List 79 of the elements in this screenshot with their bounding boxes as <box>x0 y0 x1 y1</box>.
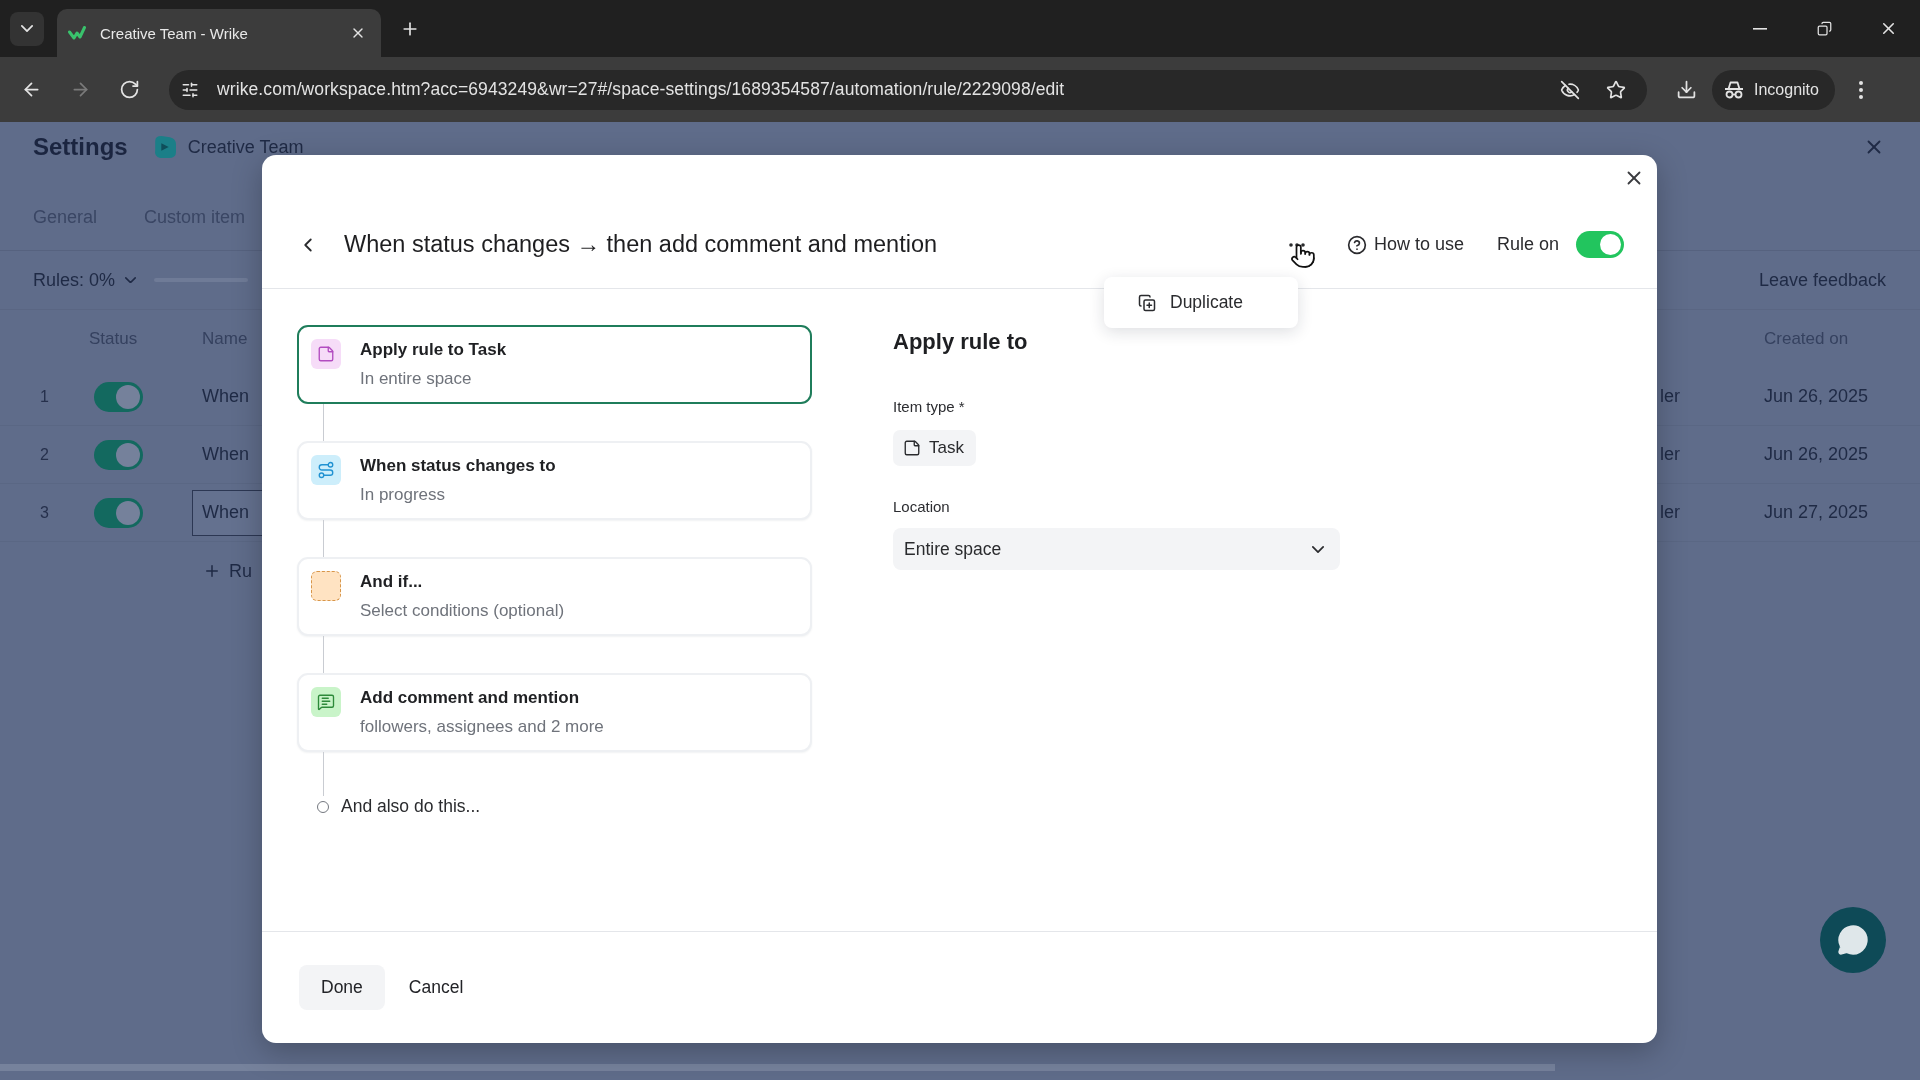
more-icon <box>1288 242 1305 247</box>
tab-list-button[interactable] <box>10 11 44 46</box>
url-text: wrike.com/workspace.htm?acc=6943249&wr=27#/space-settings/1689354587/automation/rule/2229098/edit <box>217 79 1066 100</box>
tab-title: Creative Team - Wrike <box>100 24 249 42</box>
space-icon <box>153 136 176 158</box>
status-toggle[interactable] <box>94 439 143 470</box>
star-icon <box>1606 79 1626 100</box>
field-label: Item type * <box>893 397 966 417</box>
reload-icon <box>118 79 140 100</box>
how-to-use-button[interactable]: How to use <box>1346 234 1464 255</box>
done-button[interactable]: Done <box>299 965 385 1010</box>
sticky-note-icon <box>311 339 341 369</box>
incognito-icon <box>1724 80 1744 99</box>
chevron-down-icon <box>125 276 137 284</box>
menu-item[interactable]: Duplicate <box>1104 277 1298 328</box>
checkmark-icon <box>68 26 86 40</box>
created-date: Jun 27, 2025 <box>1764 502 1869 523</box>
route-icon <box>311 455 341 485</box>
eye-off-icon <box>1560 79 1580 100</box>
step-card[interactable]: When status changes to In progress <box>297 441 812 520</box>
step-title: And if... <box>360 571 424 593</box>
help-icon <box>1346 234 1367 255</box>
minimize-icon <box>1753 27 1767 30</box>
table-cell-text: ler <box>1659 444 1680 465</box>
created-date: Jun 26, 2025 <box>1764 444 1869 465</box>
location-select[interactable]: Entire space <box>893 528 1340 570</box>
address-bar[interactable]: wrike.com/workspace.htm?acc=6943249&wr=27#/space-settings/1689354587/automation/rule/2229098/edit <box>169 69 1647 110</box>
connector-line <box>323 752 324 796</box>
step-subtitle: Select conditions (optional) <box>360 600 565 622</box>
step-subtitle: In entire space <box>360 368 473 390</box>
step-title: When status changes to <box>360 455 556 477</box>
table-cell-text: ler <box>1659 502 1680 523</box>
row-number: 2 <box>39 445 49 464</box>
step-title: Add comment and mention <box>360 687 581 709</box>
browser-tab[interactable]: Creative Team - Wrike <box>57 9 381 57</box>
field-label: Location <box>893 497 951 517</box>
step-card[interactable]: And if... Select conditions (optional) <box>297 557 812 636</box>
chevron-down-icon <box>1312 545 1324 553</box>
download-icon <box>1675 79 1697 100</box>
copy-plus-icon <box>1138 293 1156 312</box>
row-number: 3 <box>39 503 49 522</box>
created-date: Jun 26, 2025 <box>1764 386 1869 407</box>
item-type-chip[interactable]: Task <box>893 430 976 466</box>
restore-icon <box>1816 21 1832 36</box>
cancel-button[interactable]: Cancel <box>394 965 478 1010</box>
incognito-badge[interactable]: Incognito <box>1712 69 1835 110</box>
step-subtitle: In progress <box>360 484 447 506</box>
status-toggle[interactable] <box>94 497 143 528</box>
rule-toggle[interactable] <box>1576 231 1624 258</box>
step-title: Apply rule to Task <box>360 339 507 361</box>
message-icon <box>311 687 341 717</box>
chevron-down-icon <box>21 25 33 32</box>
eye-off-button[interactable] <box>1559 78 1581 101</box>
menu-icon <box>1858 80 1863 99</box>
site-settings-icon <box>181 80 199 99</box>
status-toggle[interactable] <box>94 381 143 412</box>
bookmark-button[interactable] <box>1605 78 1627 101</box>
page-title: Settings <box>33 133 128 161</box>
connector-line <box>323 404 324 441</box>
plus-icon <box>203 562 221 580</box>
space-name: Creative Team <box>187 136 304 158</box>
ring-icon <box>317 800 329 813</box>
horizontal-scrollbar[interactable] <box>0 1064 1555 1071</box>
profile-label: Incognito <box>1754 80 1819 99</box>
hand-cursor-icon <box>1290 243 1316 269</box>
step-subtitle: followers, assignees and 2 more <box>360 716 604 738</box>
step-card[interactable]: Add comment and mention followers, assignees and 2 more <box>297 673 812 752</box>
rule-on-label: Rule on <box>1496 234 1559 255</box>
connector-line <box>323 520 324 557</box>
section-heading: Apply rule to <box>893 328 1029 356</box>
step-card[interactable]: Apply rule to Task In entire space <box>297 325 812 404</box>
speech-bubble-icon <box>1837 924 1869 956</box>
dashed-square-icon <box>311 571 341 601</box>
dialog-title: When status changes → then add comment and mention <box>344 231 938 258</box>
row-number: 1 <box>39 387 49 406</box>
sticky-note-icon <box>903 439 921 457</box>
table-cell-text: ler <box>1659 386 1680 407</box>
connector-line <box>323 636 324 673</box>
add-action-link[interactable]: And also do this... <box>341 796 481 817</box>
